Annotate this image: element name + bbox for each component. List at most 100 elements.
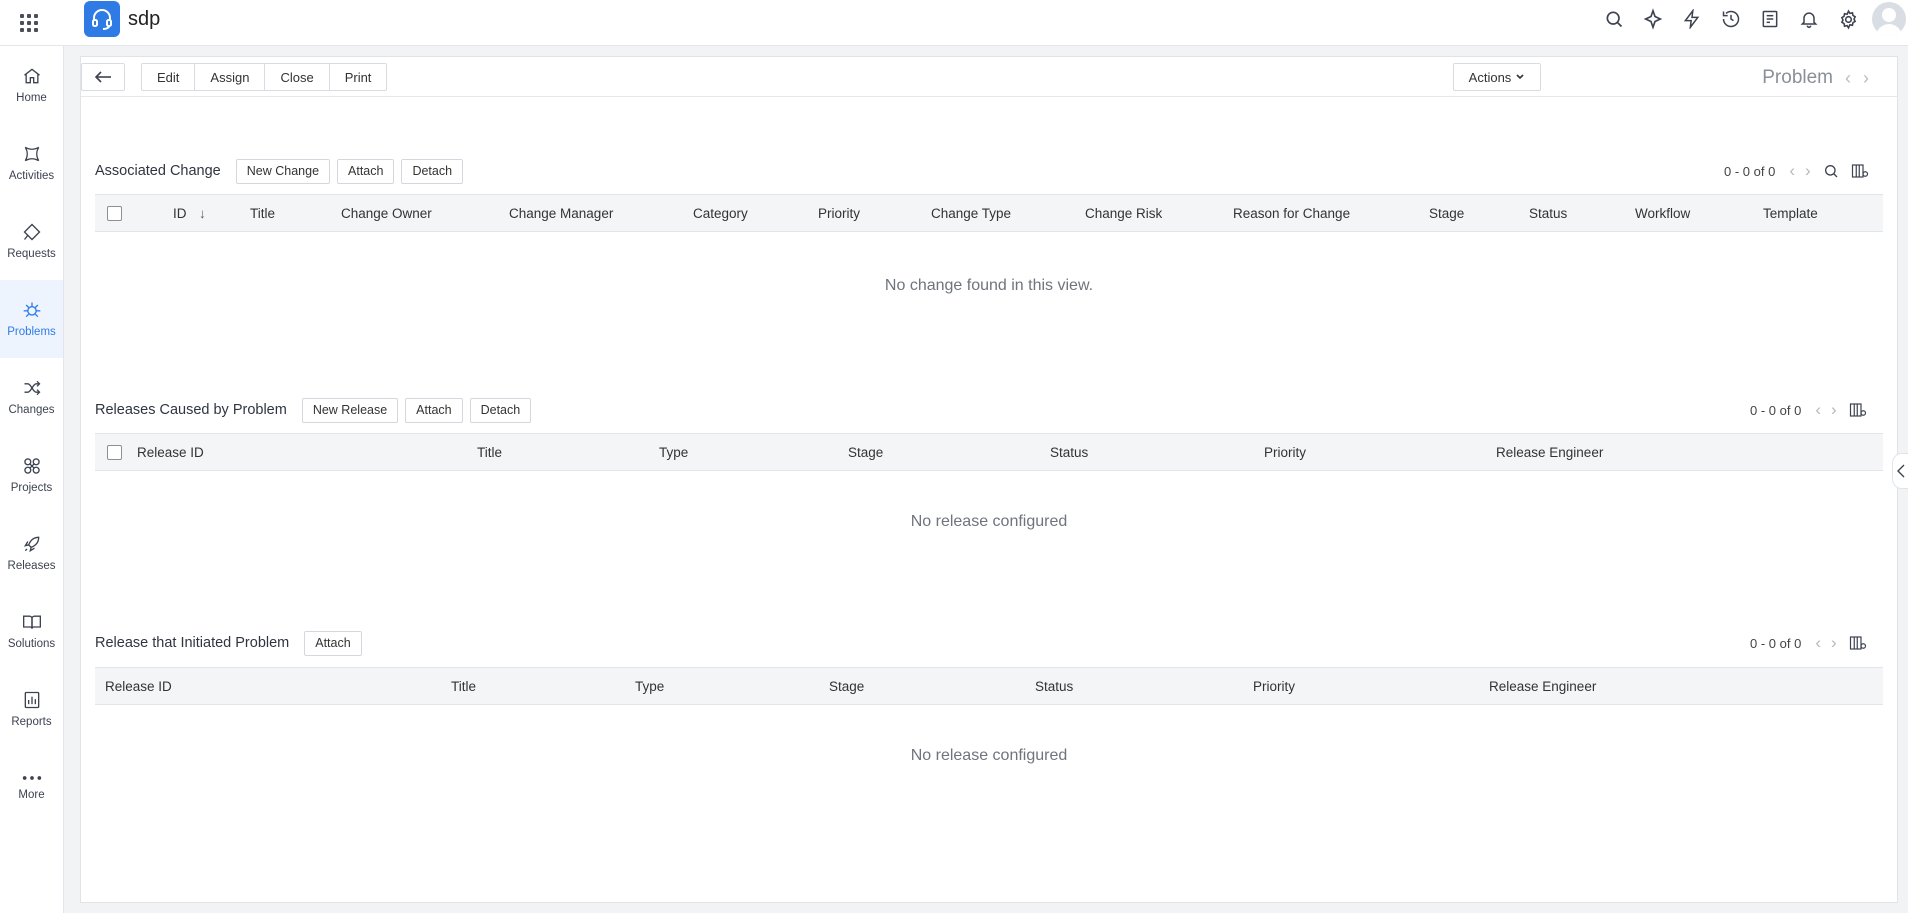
back-button[interactable]	[81, 63, 125, 91]
column-header[interactable]: Release Engineer	[1496, 445, 1603, 460]
release-initiated-table-header: Release ID Title Type Stage Status Prior…	[95, 667, 1883, 705]
assign-button[interactable]: Assign	[195, 64, 266, 90]
chevron-down-icon	[1516, 74, 1524, 80]
previous-record-icon[interactable]: ‹	[1845, 68, 1851, 89]
new-release-button[interactable]: New Release	[301, 397, 399, 423]
app-logo[interactable]	[84, 1, 120, 37]
activities-icon	[24, 146, 39, 162]
releases-caused-table-header: Release ID Title Type Stage Status Prior…	[95, 433, 1883, 471]
column-header[interactable]: Stage	[1429, 206, 1464, 221]
nav-item-home[interactable]: Home	[0, 46, 63, 124]
nav-item-activities[interactable]: Activities	[0, 124, 63, 202]
column-header[interactable]: Priority	[1264, 445, 1306, 460]
rocket-icon	[23, 536, 39, 553]
detach-change-button[interactable]: Detach	[401, 158, 464, 184]
print-button[interactable]: Print	[330, 64, 387, 90]
column-header[interactable]: Template	[1763, 206, 1818, 221]
search-icon[interactable]	[1602, 7, 1626, 31]
attach-release-button[interactable]: Attach	[405, 397, 463, 423]
column-header[interactable]: Change Risk	[1085, 206, 1162, 221]
column-header[interactable]: Type	[659, 445, 688, 460]
column-header[interactable]: Status	[1050, 445, 1088, 460]
column-header[interactable]: Title	[451, 679, 476, 694]
column-header[interactable]: Change Type	[931, 206, 1011, 221]
column-header[interactable]: Priority	[1253, 679, 1295, 694]
edit-button[interactable]: Edit	[142, 64, 196, 90]
nav-item-more[interactable]: More	[0, 748, 63, 826]
chevron-left-icon[interactable]: ‹	[1789, 161, 1795, 181]
pager-count: 0 - 0 of 0	[1724, 163, 1776, 179]
more-icon	[22, 776, 41, 780]
new-change-button[interactable]: New Change	[235, 158, 331, 184]
back-arrow-icon	[94, 71, 111, 83]
detach-release-button[interactable]: Detach	[469, 397, 532, 423]
column-header[interactable]: Release Engineer	[1489, 679, 1596, 694]
column-settings-icon[interactable]	[1851, 163, 1869, 179]
nav-item-changes[interactable]: Changes	[0, 358, 63, 436]
sparkle-icon[interactable]	[1641, 7, 1665, 31]
attach-initiating-release-button[interactable]: Attach	[304, 630, 362, 656]
chevron-right-icon[interactable]: ›	[1805, 161, 1811, 181]
select-all-checkbox[interactable]	[107, 206, 122, 221]
problem-detail-panel: Edit Assign Close Print Actions Problem …	[80, 56, 1898, 903]
action-button-group: Edit Assign Close Print	[141, 63, 388, 91]
next-record-icon[interactable]: ›	[1863, 68, 1869, 89]
chevron-right-icon[interactable]: ›	[1831, 633, 1837, 653]
select-all-checkbox[interactable]	[107, 445, 122, 460]
column-header[interactable]: Title	[477, 445, 502, 460]
search-icon[interactable]	[1823, 163, 1839, 179]
column-header[interactable]: Category	[693, 206, 748, 221]
column-header[interactable]: Priority	[818, 206, 860, 221]
empty-state-message: No release configured	[910, 747, 1068, 764]
pager-count: 0 - 0 of 0	[1750, 402, 1802, 418]
nav-item-releases[interactable]: Releases	[0, 514, 63, 592]
column-settings-icon[interactable]	[1849, 635, 1867, 651]
app-grid-icon[interactable]	[18, 12, 38, 32]
lightning-icon[interactable]	[1680, 7, 1704, 31]
column-header[interactable]: Change Manager	[509, 206, 613, 221]
section-title: Release that Initiated Problem	[95, 635, 290, 651]
nav-label: More	[18, 789, 45, 801]
column-header[interactable]: Type	[635, 679, 664, 694]
column-header[interactable]: Status	[1529, 206, 1567, 221]
chevron-left-icon[interactable]: ‹	[1815, 400, 1821, 420]
nav-item-requests[interactable]: Requests	[0, 202, 63, 280]
collapse-panel-toggle[interactable]	[1892, 453, 1908, 489]
nav-item-solutions[interactable]: Solutions	[0, 592, 63, 670]
associated-change-header: Associated Change New Change Attach Deta…	[95, 158, 464, 184]
release-initiated-pager: 0 - 0 of 0 ‹ ›	[1750, 630, 1867, 656]
column-header[interactable]: Title	[250, 206, 275, 221]
home-icon	[23, 68, 40, 84]
page-title: Problem	[1762, 67, 1833, 88]
nav-item-problems[interactable]: Problems	[0, 280, 63, 358]
release-initiated-header: Release that Initiated Problem Attach	[95, 630, 362, 656]
bug-icon	[23, 302, 40, 318]
history-icon[interactable]	[1719, 7, 1743, 31]
column-header[interactable]: Reason for Change	[1233, 206, 1350, 221]
chevron-left-icon[interactable]: ‹	[1815, 633, 1821, 653]
gear-icon[interactable]	[1836, 7, 1860, 31]
column-header[interactable]: Stage	[829, 679, 864, 694]
pager-count: 0 - 0 of 0	[1750, 635, 1802, 651]
column-header[interactable]: ID	[173, 206, 187, 221]
column-header[interactable]: Release ID	[105, 679, 172, 694]
column-header[interactable]: Status	[1035, 679, 1073, 694]
associated-change-pager: 0 - 0 of 0 ‹ ›	[1724, 158, 1869, 184]
column-header[interactable]: Workflow	[1635, 206, 1690, 221]
bell-icon[interactable]	[1797, 7, 1821, 31]
close-button[interactable]: Close	[265, 64, 330, 90]
column-header[interactable]: Stage	[848, 445, 883, 460]
section-title: Associated Change	[95, 163, 221, 179]
column-header[interactable]: Change Owner	[341, 206, 432, 221]
sort-desc-icon[interactable]: ↓	[199, 206, 206, 221]
nav-item-reports[interactable]: Reports	[0, 670, 63, 748]
attach-change-button[interactable]: Attach	[337, 158, 395, 184]
column-header[interactable]: Release ID	[137, 445, 204, 460]
report-icon	[24, 691, 39, 709]
column-settings-icon[interactable]	[1849, 402, 1867, 418]
notes-icon[interactable]	[1758, 7, 1782, 31]
chevron-right-icon[interactable]: ›	[1831, 400, 1837, 420]
avatar[interactable]	[1872, 2, 1906, 36]
actions-dropdown[interactable]: Actions	[1453, 63, 1541, 91]
nav-item-projects[interactable]: Projects	[0, 436, 63, 514]
